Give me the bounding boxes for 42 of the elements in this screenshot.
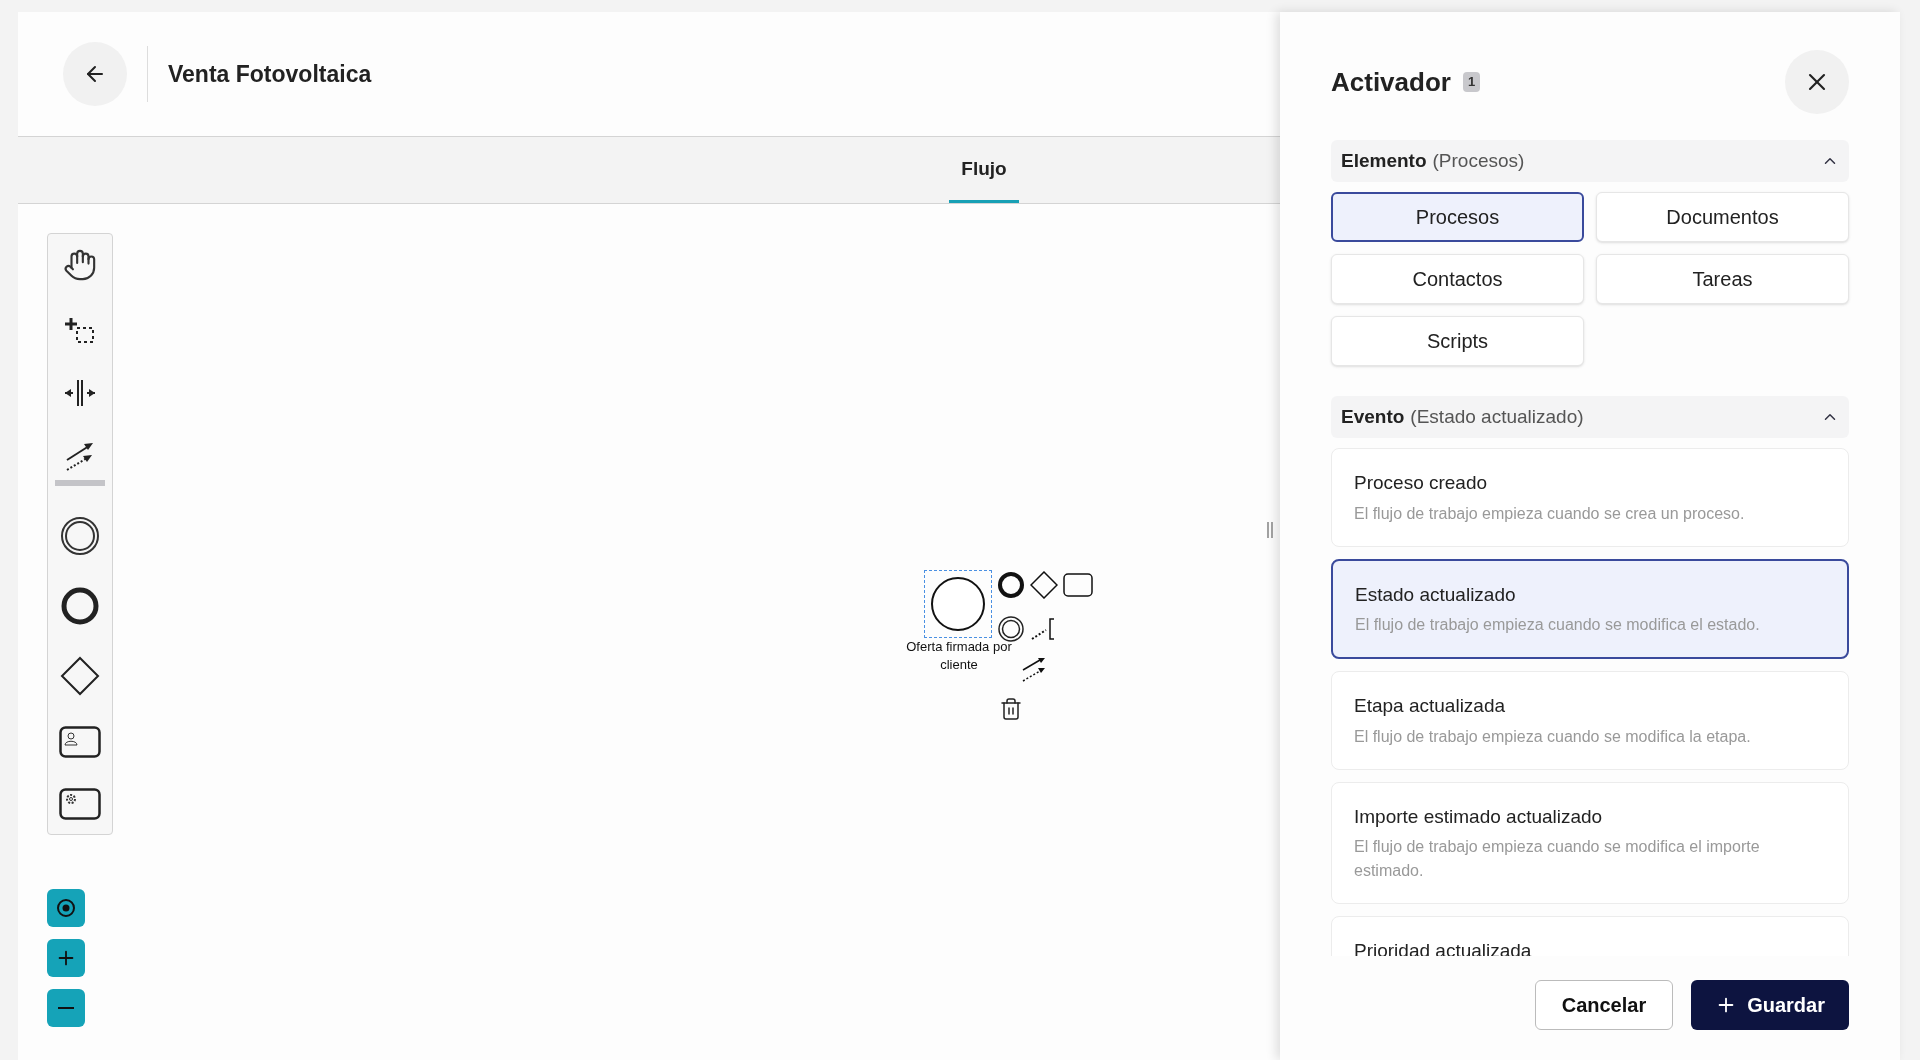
target-icon <box>56 898 76 918</box>
cancel-button[interactable]: Cancelar <box>1534 980 1674 1030</box>
element-option[interactable]: Documentos <box>1596 192 1849 242</box>
diamond-icon[interactable] <box>60 656 100 696</box>
tab[interactable]: Flujo <box>949 139 1019 203</box>
start-event-node[interactable] <box>930 576 986 632</box>
section-value: (Estado actualizado) <box>1410 404 1584 429</box>
connect-arrows-icon[interactable] <box>1020 656 1048 684</box>
element-option[interactable]: Procesos <box>1331 192 1584 242</box>
element-option[interactable]: Tareas <box>1596 254 1849 304</box>
event-option[interactable]: Importe estimado actualizado El flujo de trabajo empieza cuando se modifica el importe estimado. <box>1331 781 1849 904</box>
section-header[interactable]: Elemento (Procesos) <box>1331 140 1849 182</box>
event-option[interactable]: Estado actualizado El flujo de trabajo empieza cuando se modifica el estado. <box>1331 558 1849 659</box>
section-value: (Procesos) <box>1432 148 1525 173</box>
diamond-icon[interactable] <box>1030 571 1058 599</box>
event-option[interactable]: Etapa actualizada El flujo de trabajo empieza cuando se modifica la etapa. <box>1331 671 1849 770</box>
save-button[interactable]: Guardar <box>1691 980 1849 1030</box>
thick-circle-icon[interactable] <box>997 571 1025 599</box>
section-title: Elemento <box>1341 148 1427 173</box>
panel-title: Activador <box>1331 65 1451 99</box>
section-header[interactable]: Evento (Estado actualizado) <box>1331 396 1849 438</box>
user-task-icon[interactable] <box>59 726 101 758</box>
element-option[interactable]: Contactos <box>1331 254 1584 304</box>
count-badge: 1 <box>1462 72 1481 92</box>
minus-icon <box>58 1007 74 1009</box>
trash-icon[interactable] <box>999 697 1023 721</box>
thick-circle-icon[interactable] <box>60 586 100 626</box>
element-option[interactable]: Scripts <box>1331 316 1584 366</box>
resize-handle-icon[interactable] <box>1266 522 1274 538</box>
section-title: Evento <box>1341 404 1405 429</box>
node-label: Oferta firmada por cliente <box>905 638 1013 674</box>
service-task-icon[interactable] <box>59 788 101 820</box>
hand-icon[interactable] <box>63 248 97 282</box>
center-button[interactable] <box>47 889 85 927</box>
page-title: Venta Fotovoltaica <box>168 59 372 89</box>
zoom-in-button[interactable] <box>47 939 85 977</box>
double-circle-icon[interactable] <box>60 516 100 556</box>
rounded-rectangle-icon[interactable] <box>1063 573 1093 597</box>
event-option[interactable]: Proceso creado El flujo de trabajo empieza cuando se crea un proceso. <box>1331 448 1849 547</box>
selection-frame[interactable] <box>924 570 992 638</box>
zoom-out-button[interactable] <box>47 989 85 1027</box>
double-circle-icon[interactable] <box>997 615 1025 643</box>
